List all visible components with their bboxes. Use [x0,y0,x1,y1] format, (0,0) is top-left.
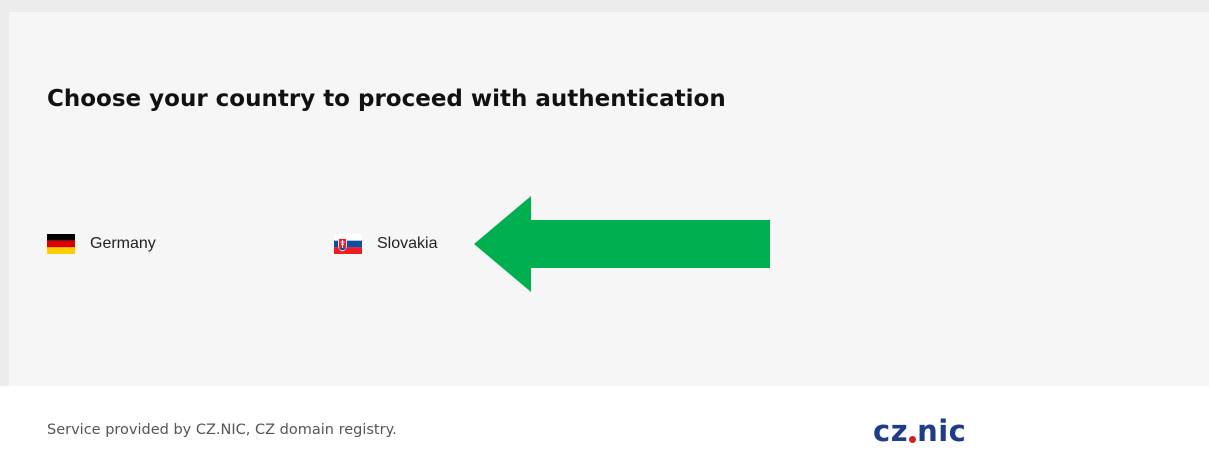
country-label-slovakia: Slovakia [377,235,438,252]
footer: Service provided by CZ.NIC, CZ domain re… [0,386,1209,472]
logo-dot [909,436,917,443]
logo-text-cz: cz [873,414,909,448]
footer-service-text: Service provided by CZ.NIC, CZ domain re… [47,422,397,438]
page-title: Choose your country to proceed with auth… [47,86,726,112]
cz-nic-logo[interactable]: cz nic [873,412,966,446]
page: Choose your country to proceed with auth… [0,0,1209,472]
country-selection-panel: Choose your country to proceed with auth… [9,12,1209,386]
slovakia-flag-icon [334,234,362,254]
germany-flag-icon [47,234,75,254]
country-label-germany: Germany [90,235,156,252]
country-option-germany[interactable]: Germany [47,234,156,254]
logo-text-nic: nic [917,414,967,448]
country-option-slovakia[interactable]: Slovakia [334,234,437,254]
left-arrow-icon [474,196,770,292]
